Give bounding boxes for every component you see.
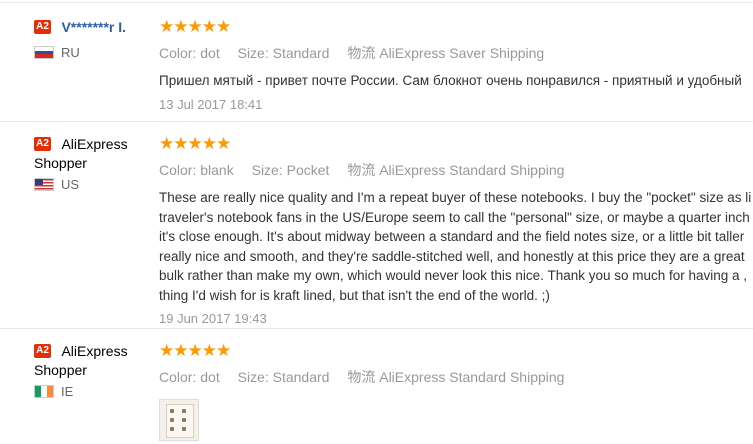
review-content: ★★★★★ Color: dot Size: Standard 物流 AliEx… xyxy=(159,18,753,112)
photo-detail xyxy=(170,418,174,422)
review-text-line: thing I'd wish for is kraft lined, but t… xyxy=(159,287,550,303)
reviewer-name-line2: Shopper xyxy=(34,155,87,171)
reviewer-info: A2 AliExpress Shopper US xyxy=(34,135,144,192)
star-rating: ★★★★★ xyxy=(159,134,231,153)
review-photo-thumbnail[interactable] xyxy=(159,399,199,441)
shipping-icon: 物流 xyxy=(347,45,376,61)
size-label: Size: xyxy=(251,162,283,178)
buyer-level-badge: A2 xyxy=(34,20,51,34)
reviewer-country: RU xyxy=(34,45,144,60)
top-divider xyxy=(0,2,753,3)
country-code: RU xyxy=(61,45,80,60)
color-value: blank xyxy=(200,162,234,178)
star-rating: ★★★★★ xyxy=(159,341,231,360)
review-text-line: Пришел мятый - привет почте России. Сам … xyxy=(159,73,742,88)
review-content: ★★★★★ Color: dot Size: Standard 物流 AliEx… xyxy=(159,342,753,441)
photo-detail xyxy=(182,409,186,413)
photo-detail xyxy=(170,409,174,413)
photo-detail xyxy=(182,418,186,422)
size-value: Standard xyxy=(272,45,330,61)
shipping-method: AliExpress Standard Shipping xyxy=(379,369,565,385)
buyer-level-badge: A2 xyxy=(34,137,51,151)
reviewer-info: A2 AliExpress Shopper IE xyxy=(34,342,144,399)
reviewer-name: AliExpress xyxy=(61,343,128,359)
review-text-line: traveler's notebook fans in the US/Europ… xyxy=(159,209,750,225)
review-text-line: These are really nice quality and I'm a … xyxy=(159,190,752,205)
review-text-line: really nice and smooth, and they're sadd… xyxy=(159,248,745,264)
reviewer-info: A2 V*******r I. RU xyxy=(34,18,144,60)
review-text: These are really nice quality and I'm a … xyxy=(159,188,753,305)
shipping-method: AliExpress Standard Shipping xyxy=(379,162,565,178)
shipping-icon: 物流 xyxy=(347,162,376,178)
flag-ie-icon xyxy=(34,385,54,398)
shipping-method: AliExpress Saver Shipping xyxy=(379,45,545,61)
color-value: dot xyxy=(200,369,220,385)
review-text-line: it's close enough. It's about midway bet… xyxy=(159,229,745,244)
country-code: IE xyxy=(61,384,74,399)
color-value: dot xyxy=(200,45,220,61)
buyer-level-badge: A2 xyxy=(34,344,51,358)
color-label: Color: xyxy=(159,45,197,61)
shipping-icon: 物流 xyxy=(347,369,376,385)
size-label: Size: xyxy=(237,369,269,385)
star-rating: ★★★★★ xyxy=(159,17,231,36)
order-info: Color: dot Size: Standard 物流 AliExpress … xyxy=(159,368,753,386)
flag-us-icon xyxy=(34,178,54,191)
review-date: 19 Jun 2017 19:43 xyxy=(159,311,267,326)
review-text: Пришел мятый - привет почте России. Сам … xyxy=(159,71,753,91)
size-value: Standard xyxy=(272,369,330,385)
reviewer-country: US xyxy=(34,177,144,192)
review-text-line: bulk rather than make my own, which woul… xyxy=(159,268,748,283)
order-info: Color: dot Size: Standard 物流 AliExpress … xyxy=(159,44,753,62)
photo-detail xyxy=(182,427,186,431)
review-content: ★★★★★ Color: blank Size: Pocket 物流 AliEx… xyxy=(159,134,753,327)
review-divider xyxy=(0,121,753,122)
review-divider xyxy=(0,328,753,329)
photo-detail xyxy=(170,427,174,431)
review-date: 13 Jul 2017 18:41 xyxy=(159,96,263,112)
reviewer-name-line2: Shopper xyxy=(34,362,87,378)
color-label: Color: xyxy=(159,162,197,178)
order-info: Color: blank Size: Pocket 物流 AliExpress … xyxy=(159,161,753,179)
reviewer-name: AliExpress xyxy=(61,136,128,152)
size-label: Size: xyxy=(237,45,269,61)
color-label: Color: xyxy=(159,369,197,385)
size-value: Pocket xyxy=(286,162,330,178)
flag-ru-icon xyxy=(34,46,54,59)
reviewer-country: IE xyxy=(34,384,144,399)
reviewer-name[interactable]: V*******r I. xyxy=(61,19,126,35)
country-code: US xyxy=(61,177,80,192)
